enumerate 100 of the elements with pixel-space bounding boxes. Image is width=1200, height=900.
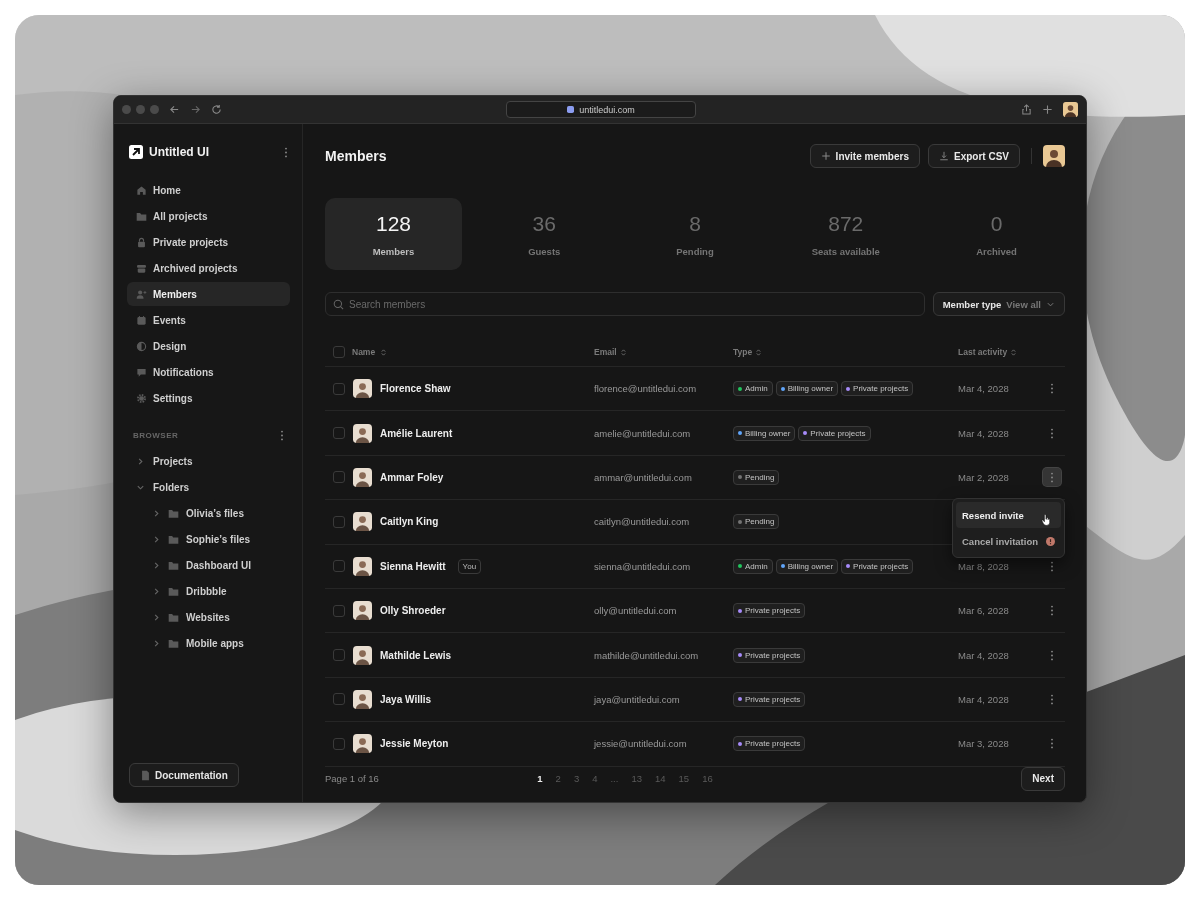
page-link[interactable]: 1 <box>537 773 543 784</box>
chevron-right-icon <box>152 586 161 596</box>
stat-tab[interactable]: 8 Pending <box>626 198 764 270</box>
document-icon <box>140 769 151 781</box>
maximize-icon[interactable] <box>150 105 159 114</box>
page-count: Page 1 of 16 <box>325 773 379 784</box>
role-tag: Private projects <box>798 425 871 441</box>
stat-tab[interactable]: 36 Guests <box>475 198 613 270</box>
reload-icon[interactable] <box>211 104 222 115</box>
column-header[interactable]: Email <box>594 347 617 357</box>
nav-item[interactable]: Home <box>127 178 290 202</box>
chevron-right-icon <box>152 612 161 622</box>
nav-item[interactable]: All projects <box>127 204 290 228</box>
member-name: Sienna Hewitt <box>380 560 446 572</box>
avatar-icon[interactable] <box>1063 102 1078 117</box>
role-tag: Pending <box>733 514 780 530</box>
member-email: caitlyn@untitledui.com <box>594 516 690 528</box>
section-label: BROWSER <box>133 431 179 440</box>
export-button[interactable]: Export CSV <box>928 144 1020 168</box>
member-email: jessie@untitledui.com <box>594 738 687 750</box>
column-header[interactable]: Type <box>733 347 753 357</box>
arrow-logo-icon <box>129 145 143 159</box>
avatar-icon[interactable] <box>1043 145 1065 167</box>
tree-item[interactable]: Projects <box>127 448 290 474</box>
avatar-icon <box>353 379 372 399</box>
checkbox[interactable] <box>333 737 345 750</box>
last-activity-date: Mar 2, 2028 <box>958 471 1009 483</box>
folder-icon <box>136 210 147 222</box>
avatar-icon <box>353 734 372 754</box>
checkbox[interactable] <box>333 471 345 484</box>
role-tag: Admin <box>733 381 773 397</box>
lock-icon <box>136 236 147 248</box>
last-activity-date: Mar 4, 2028 <box>958 383 1009 395</box>
plus-icon[interactable] <box>1042 104 1053 115</box>
column-header[interactable]: Last activity <box>958 347 1008 357</box>
archive-icon <box>136 262 147 274</box>
member-name: Ammar Foley <box>380 471 444 483</box>
site-icon <box>567 106 575 113</box>
tree-item[interactable]: Olivia’s files <box>127 500 290 526</box>
tree-item[interactable]: Mobile apps <box>127 630 290 656</box>
member-email: florence@untitledui.com <box>594 383 697 395</box>
documentation-button[interactable]: Documentation <box>129 763 239 787</box>
sort-icon <box>380 347 388 357</box>
nav-item[interactable]: Settings <box>127 386 290 410</box>
tree-item[interactable]: Sophie’s files <box>127 526 290 552</box>
nav-item[interactable]: Events <box>127 308 290 332</box>
checkbox[interactable] <box>333 560 345 573</box>
home-icon <box>136 184 147 196</box>
checkbox[interactable] <box>333 604 345 617</box>
member-email: olly@untitledui.com <box>594 605 677 617</box>
address-bar[interactable]: untitledui.com <box>506 101 696 118</box>
tree-item[interactable]: Folders <box>127 474 290 500</box>
nav-item[interactable]: Private projects <box>127 230 290 254</box>
column-header[interactable]: Name <box>352 347 376 357</box>
close-icon[interactable] <box>122 105 131 114</box>
tree-item[interactable]: Dashboard UI <box>127 552 290 578</box>
stat-tab[interactable]: 0 Archived <box>928 198 1065 270</box>
member-email: ammar@untitledui.com <box>594 471 692 483</box>
nav-item[interactable]: Design <box>127 334 290 358</box>
nav-item[interactable]: Notifications <box>127 360 290 384</box>
settings-icon <box>136 392 147 404</box>
stat-tab[interactable]: 128 Members <box>325 198 462 270</box>
menu-item[interactable]: Resend invite <box>956 502 1061 529</box>
checkbox[interactable] <box>333 515 345 528</box>
tree-item[interactable]: Websites <box>127 604 290 630</box>
member-email: sienna@untitledui.com <box>594 560 691 572</box>
member-email: amelie@untitledui.com <box>594 427 691 439</box>
invite-button[interactable]: Invite members <box>809 144 920 168</box>
checkbox[interactable] <box>333 693 345 706</box>
checkbox[interactable] <box>333 427 345 440</box>
avatar-icon <box>353 423 372 443</box>
calendar-icon <box>136 314 147 326</box>
page-title: Members <box>325 148 387 164</box>
checkbox[interactable] <box>333 382 345 395</box>
checkbox[interactable] <box>333 346 345 358</box>
stat-tab[interactable]: 872 Seats available <box>777 198 915 270</box>
last-activity-date: Mar 4, 2028 <box>958 693 1009 705</box>
member-name: Florence Shaw <box>380 383 451 395</box>
share-icon[interactable] <box>1021 104 1032 115</box>
role-tag: Private projects <box>733 691 806 707</box>
search-field[interactable]: Search members <box>325 292 925 316</box>
last-activity-date: Mar 4, 2028 <box>958 427 1009 439</box>
avatar-icon <box>353 601 372 621</box>
nav-item[interactable]: Archived projects <box>127 256 290 280</box>
nav-item[interactable]: Members <box>127 282 290 306</box>
menu-item[interactable]: Cancel invitation <box>956 528 1061 555</box>
tree-item[interactable]: Dribbble <box>127 578 290 604</box>
role-tag: Admin <box>733 558 773 574</box>
checkbox[interactable] <box>333 649 345 662</box>
minimize-icon[interactable] <box>136 105 145 114</box>
back-arrow-icon[interactable] <box>169 104 180 115</box>
row-menu-button[interactable] <box>1043 468 1061 487</box>
contrast-icon <box>136 340 147 352</box>
next-button[interactable]: Next <box>1021 766 1065 791</box>
member-type-dropdown[interactable]: Member type View all <box>932 292 1065 316</box>
member-name: Amélie Laurent <box>380 427 453 439</box>
last-activity-date: Mar 8, 2028 <box>958 560 1009 572</box>
forward-arrow-icon[interactable] <box>190 104 201 115</box>
role-tag: Billing owner <box>775 381 839 397</box>
role-tag: Billing owner <box>733 425 796 441</box>
